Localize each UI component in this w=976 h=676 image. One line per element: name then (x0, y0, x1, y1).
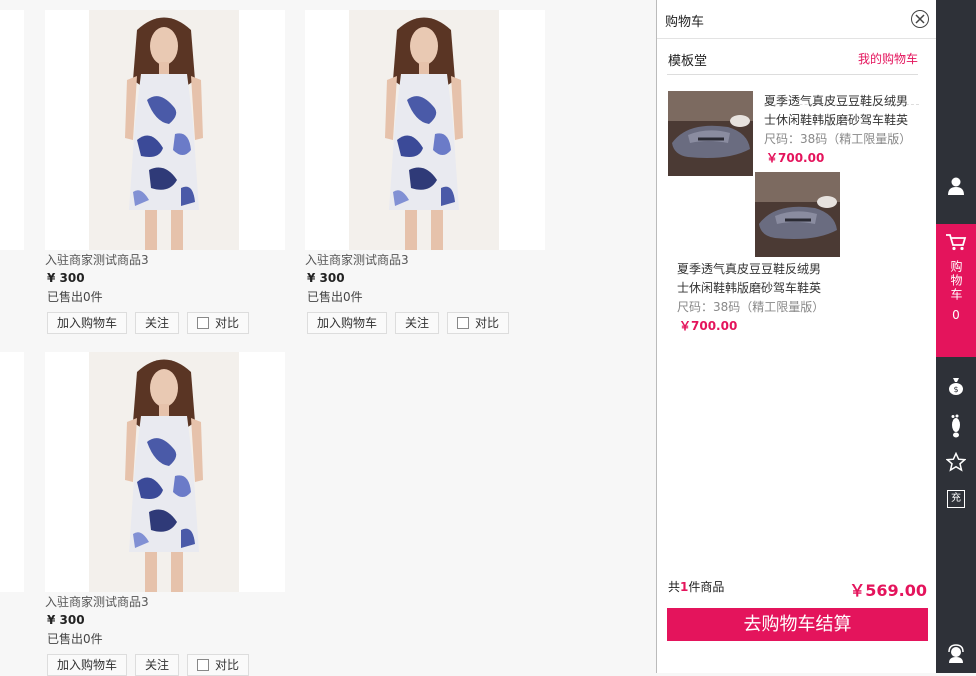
customer-service-icon[interactable] (946, 644, 966, 664)
product-image[interactable] (45, 10, 285, 250)
follow-button[interactable]: 关注 (395, 312, 440, 334)
compare-checkbox[interactable] (197, 317, 210, 329)
compare-checkbox[interactable] (457, 317, 470, 329)
sidebar-rail: 购物车 0 $ 充 (936, 0, 976, 673)
shop-row: 模板堂 我的购物车 (667, 46, 918, 75)
my-cart-link[interactable]: 我的购物车 (858, 50, 918, 67)
compare-toggle[interactable]: 对比 (187, 312, 250, 334)
recharge-icon[interactable]: 充 (946, 490, 966, 510)
product-image[interactable] (305, 10, 545, 250)
cart-item-count: 共1件商品 (668, 580, 725, 594)
partial-product-image[interactable] (0, 10, 24, 250)
product-name[interactable]: 入驻商家测试商品3 (305, 251, 545, 269)
cart-title: 购物车 (665, 15, 705, 30)
cart-item-info: 夏季透气真皮豆豆鞋反绒男士休闲鞋韩版磨砂驾车鞋英 尺码：38码（精工限量版） ￥… (764, 92, 911, 168)
svg-text:$: $ (953, 385, 958, 394)
cart-panel: 购物车 模板堂 我的购物车 夏季透气真皮豆豆鞋反绒男士休闲鞋韩版磨砂驾车鞋英 尺… (656, 0, 937, 673)
cart-item-spec: 尺码：38码（精工限量版） (677, 300, 825, 314)
compare-checkbox[interactable] (197, 659, 210, 671)
follow-button[interactable]: 关注 (135, 312, 180, 334)
cart-item-price: ￥700.00 (766, 151, 825, 165)
footprint-icon[interactable] (946, 414, 966, 438)
dress-photo (89, 10, 239, 250)
cart-item-price: ￥700.00 (679, 319, 738, 333)
checkout-button[interactable]: 去购物车结算 (667, 608, 928, 641)
cart-item-thumbnail[interactable] (755, 172, 840, 257)
cart-item (668, 91, 753, 176)
product-name[interactable]: 入驻商家测试商品3 (45, 251, 285, 269)
close-icon[interactable] (911, 10, 929, 28)
sidebar-item-cart[interactable]: 购物车 0 (936, 224, 976, 357)
cart-header: 购物车 (657, 0, 937, 39)
cart-item-title[interactable]: 夏季透气真皮豆豆鞋反绒男士休闲鞋韩版磨砂驾车鞋英 (764, 92, 910, 130)
product-card: 入驻商家测试商品3 ¥ 300 已售出0件 加入购物车 关注 对比 (305, 10, 545, 334)
partial-product-image[interactable] (0, 352, 24, 592)
product-price: ¥ 300 (47, 613, 85, 627)
cart-item (755, 172, 840, 257)
product-sold-count: 已售出0件 (47, 290, 103, 304)
product-name[interactable]: 入驻商家测试商品3 (45, 593, 285, 611)
product-sold-count: 已售出0件 (47, 632, 103, 646)
product-image[interactable] (45, 352, 285, 592)
dress-photo (89, 352, 239, 592)
product-price: ¥ 300 (307, 271, 345, 285)
product-card: 入驻商家测试商品3 ¥ 300 已售出0件 加入购物车 关注 对比 (45, 352, 285, 676)
sidebar-cart-label: 购物车 (949, 260, 963, 302)
sidebar-cart-count: 0 (952, 308, 960, 322)
add-to-cart-button[interactable]: 加入购物车 (307, 312, 388, 334)
shop-name[interactable]: 模板堂 (668, 50, 707, 69)
cart-item-thumbnail[interactable] (668, 91, 753, 176)
product-sold-count: 已售出0件 (307, 290, 363, 304)
user-icon[interactable] (946, 176, 966, 196)
cart-summary: 共1件商品 ￥569.00 (667, 576, 927, 600)
compare-label: 对比 (215, 658, 240, 672)
money-bag-icon[interactable]: $ (946, 376, 966, 396)
dress-photo (349, 10, 499, 250)
star-icon[interactable] (945, 451, 967, 472)
product-price: ¥ 300 (47, 271, 85, 285)
compare-toggle[interactable]: 对比 (447, 312, 510, 334)
compare-label: 对比 (215, 316, 240, 330)
cart-item-info: 夏季透气真皮豆豆鞋反绒男士休闲鞋韩版磨砂驾车鞋英 尺码：38码（精工限量版） ￥… (677, 260, 824, 336)
cart-total-price: ￥569.00 (849, 581, 927, 600)
cart-icon (936, 233, 976, 254)
add-to-cart-button[interactable]: 加入购物车 (47, 312, 128, 334)
compare-label: 对比 (475, 316, 500, 330)
cart-item-spec: 尺码：38码（精工限量版） (764, 132, 912, 146)
product-card: 入驻商家测试商品3 ¥ 300 已售出0件 加入购物车 关注 对比 (45, 10, 285, 334)
cart-item-title[interactable]: 夏季透气真皮豆豆鞋反绒男士休闲鞋韩版磨砂驾车鞋英 (677, 260, 823, 298)
